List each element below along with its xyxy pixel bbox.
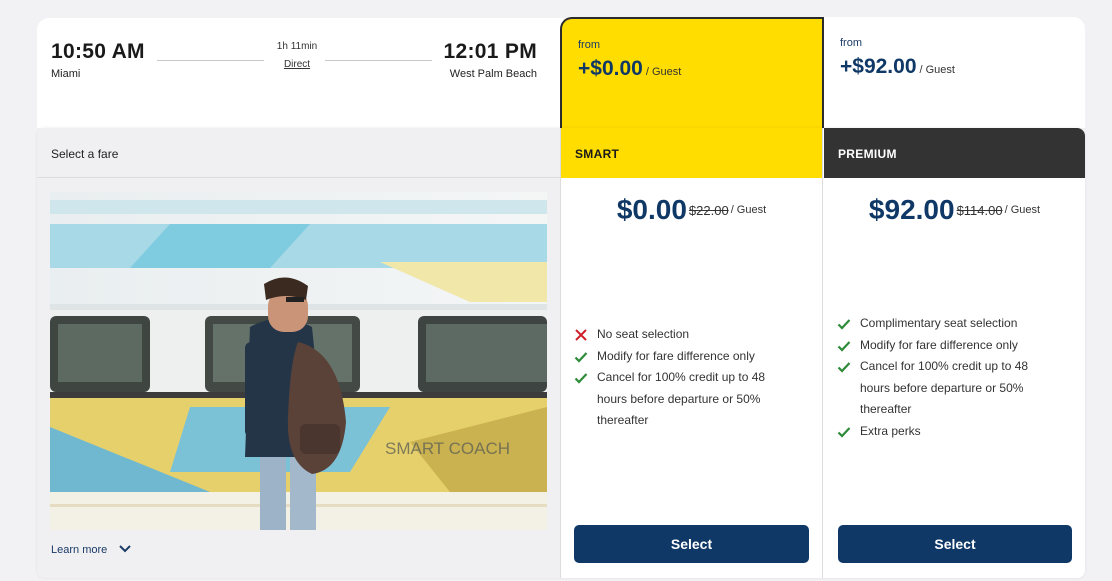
smart-from-card[interactable]: from +$0.00/ Guest	[560, 17, 824, 128]
price-value: +$0.00	[578, 57, 643, 80]
check-icon	[837, 360, 851, 374]
price-original: $22.00	[688, 202, 729, 218]
feature-text: Extra perks	[860, 423, 921, 438]
guest-unit: / Guest	[730, 204, 767, 216]
feature-text: Complimentary seat selection	[860, 316, 1018, 330]
price-original: $114.00	[956, 202, 1003, 218]
feature-item: Extra perks	[837, 421, 1057, 443]
fare-name: PREMIUM	[838, 147, 897, 161]
price-current: $92.00	[868, 194, 955, 225]
smart-feature-list: No seat selection Modify for fare differ…	[574, 324, 794, 432]
feature-text: Modify for fare difference only	[860, 337, 1018, 352]
check-icon	[837, 317, 851, 331]
departure-city: Miami	[51, 68, 81, 80]
feature-text: Cancel for 100% credit up to 48 hours be…	[860, 359, 1029, 416]
check-icon	[837, 425, 851, 439]
route-line-left	[157, 60, 264, 61]
x-icon	[574, 328, 588, 342]
select-fare-title: Select a fare	[51, 147, 119, 161]
train-photo: SMART COACH	[50, 192, 547, 530]
fare-name: SMART	[575, 147, 620, 161]
trip-summary: 10:50 AM Miami 1h 11min Direct 12:01 PM …	[37, 18, 563, 128]
smart-from-price: +$0.00/ Guest	[578, 57, 681, 81]
arrival-time: 12:01 PM	[443, 40, 537, 63]
smart-price: $0.00 $22.00/ Guest	[561, 194, 822, 226]
route-line-right	[325, 60, 432, 61]
smart-header: SMART	[561, 128, 822, 178]
fare-column-premium: PREMIUM $92.00 $114.00/ Guest Complimenta…	[824, 128, 1085, 578]
price-value: +$92.00	[840, 55, 917, 78]
premium-from-card[interactable]: from +$92.00/ Guest	[824, 17, 1085, 128]
trip-duration: 1h 11min	[276, 41, 318, 52]
feature-item: Complimentary seat selection	[837, 313, 1057, 335]
feature-item: No seat selection	[574, 324, 794, 346]
fare-column-smart: SMART $0.00 $22.00/ Guest No seat selecti…	[560, 128, 823, 578]
select-fare-header: Select a fare	[37, 128, 560, 178]
arrival-city: West Palm Beach	[449, 68, 537, 80]
select-premium-button[interactable]: Select	[838, 525, 1072, 563]
feature-text: Cancel for 100% credit up to 48 hours be…	[597, 370, 766, 427]
check-icon	[837, 339, 851, 353]
price-current: $0.00	[616, 194, 687, 225]
coach-lettering: SMART COACH	[385, 439, 510, 458]
departure-time: 10:50 AM	[51, 40, 145, 63]
feature-item: Modify for fare difference only	[574, 346, 794, 368]
premium-price: $92.00 $114.00/ Guest	[824, 194, 1085, 226]
premium-header: PREMIUM	[824, 128, 1085, 178]
guest-unit: / Guest	[919, 64, 955, 76]
feature-text: No seat selection	[597, 327, 690, 341]
premium-feature-list: Complimentary seat selection Modify for …	[837, 313, 1057, 442]
premium-from-price: +$92.00/ Guest	[840, 55, 955, 79]
guest-unit: / Guest	[1004, 204, 1041, 216]
feature-item: Cancel for 100% credit up to 48 hours be…	[574, 367, 794, 432]
guest-unit: / Guest	[645, 66, 682, 78]
check-icon	[574, 371, 588, 385]
chevron-down-icon[interactable]	[117, 540, 133, 556]
from-label: from	[578, 39, 600, 51]
feature-item: Cancel for 100% credit up to 48 hours be…	[837, 356, 1057, 421]
from-label: from	[840, 37, 862, 49]
fare-panel: Select a fare SMART COACH Learn more SMA…	[37, 128, 1085, 578]
feature-item: Modify for fare difference only	[837, 335, 1057, 357]
fare-info-column: Select a fare SMART COACH Learn more	[37, 128, 560, 578]
learn-more-link[interactable]: Learn more	[51, 544, 107, 556]
feature-text: Modify for fare difference only	[597, 348, 755, 363]
select-smart-button[interactable]: Select	[574, 525, 809, 563]
check-icon	[574, 350, 588, 364]
